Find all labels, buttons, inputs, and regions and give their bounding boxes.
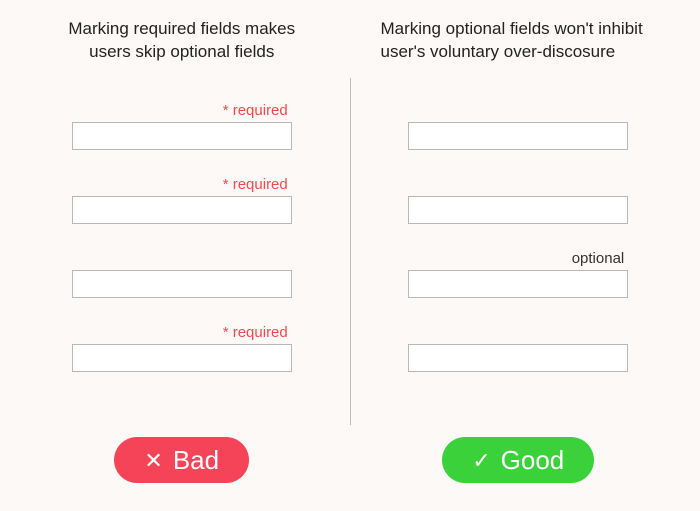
example-bad-caption: Marking required fields makes users skip… — [40, 18, 324, 66]
field-annotation-required: * required — [223, 324, 292, 344]
divider — [350, 78, 351, 425]
text-input[interactable] — [408, 344, 628, 372]
form-field — [408, 102, 628, 150]
form-field: * required — [72, 176, 292, 224]
text-input[interactable] — [72, 196, 292, 224]
text-input[interactable] — [72, 344, 292, 372]
example-good-panel: Marking optional fields won't inhibit us… — [367, 18, 671, 483]
good-badge-label: Good — [501, 447, 565, 473]
text-input[interactable] — [72, 122, 292, 150]
example-bad-panel: Marking required fields makes users skip… — [30, 18, 334, 483]
form-field: * required — [72, 102, 292, 150]
field-annotation-optional: optional — [572, 250, 629, 270]
text-input[interactable] — [408, 270, 628, 298]
form-field — [408, 176, 628, 224]
good-badge: ✓ Good — [442, 437, 594, 483]
text-input[interactable] — [408, 122, 628, 150]
cross-icon: ✕ — [144, 450, 162, 472]
bad-badge: ✕ Bad — [114, 437, 249, 483]
check-icon: ✓ — [472, 450, 490, 472]
example-bad-form: * required * required * required — [72, 102, 292, 427]
text-input[interactable] — [408, 196, 628, 224]
form-field: optional — [408, 250, 628, 298]
field-annotation-required: * required — [223, 176, 292, 196]
text-input[interactable] — [72, 270, 292, 298]
example-good-caption: Marking optional fields won't inhibit us… — [377, 18, 661, 66]
bad-badge-label: Bad — [173, 447, 219, 473]
example-good-form: optional — [408, 102, 628, 427]
form-field — [72, 250, 292, 298]
form-field: * required — [72, 324, 292, 372]
field-annotation-required: * required — [223, 102, 292, 122]
form-field — [408, 324, 628, 372]
